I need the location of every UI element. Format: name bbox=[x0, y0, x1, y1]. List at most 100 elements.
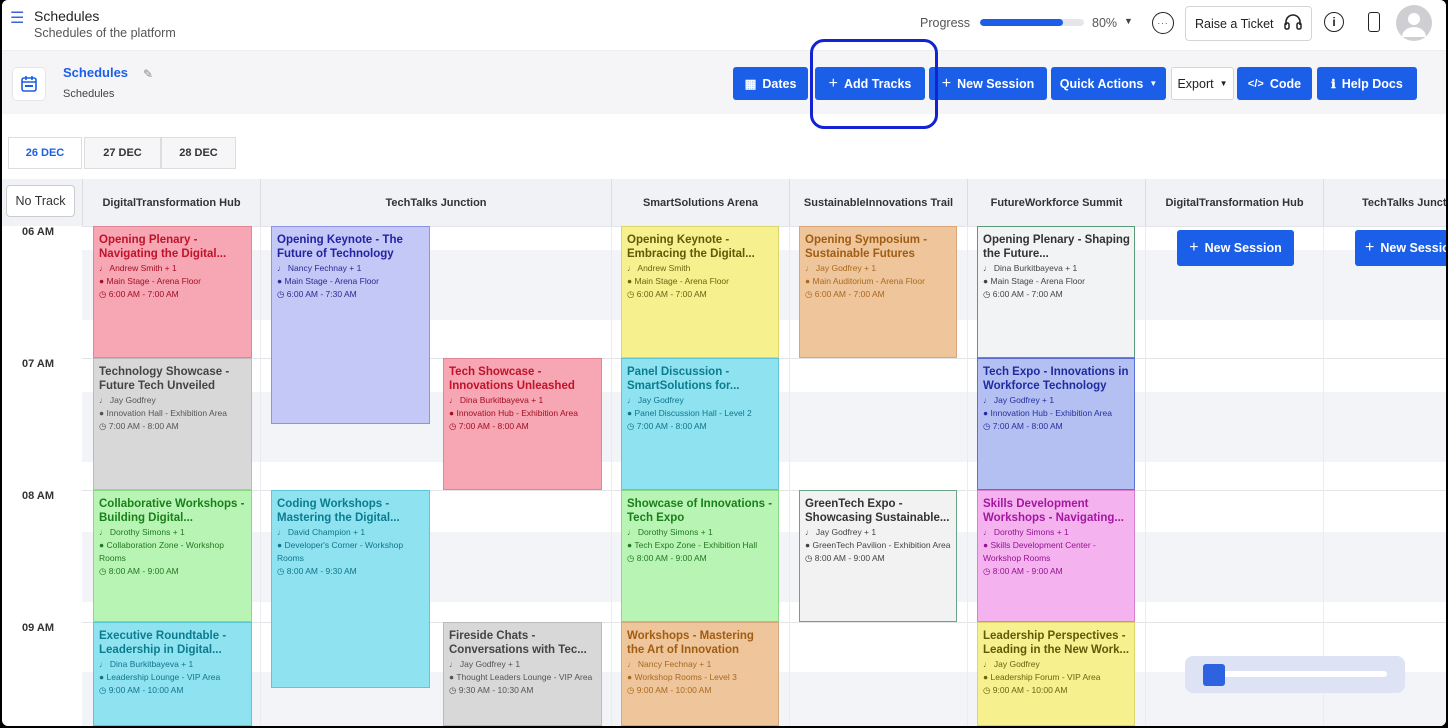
session-card[interactable]: Technology Showcase - Future Tech Unveil… bbox=[93, 358, 252, 490]
session-card[interactable]: Executive Roundtable - Leadership in Dig… bbox=[93, 622, 252, 726]
scroll-thumb[interactable] bbox=[1203, 664, 1225, 686]
clock-icon: ◷ bbox=[99, 289, 109, 299]
plus-icon: + bbox=[1189, 239, 1199, 256]
quick-actions-button[interactable]: Quick Actions ▼ bbox=[1051, 67, 1166, 100]
time-label: 09 AM bbox=[22, 622, 54, 634]
code-button[interactable]: </> Code bbox=[1237, 67, 1312, 100]
microphone-icon: ♩ bbox=[983, 263, 994, 273]
session-title-text: Technology Showcase - Future Tech Unveil… bbox=[99, 366, 230, 392]
highlight-outline bbox=[810, 39, 938, 129]
chevron-down-icon: ▼ bbox=[1149, 79, 1158, 88]
microphone-icon: ♩ bbox=[449, 395, 460, 405]
session-time-text: 9:00 AM - 10:00 AM bbox=[108, 685, 184, 695]
session-location-text: Main Stage - Arena Floor bbox=[284, 276, 380, 286]
session-speaker: ♩ Jay Godfrey bbox=[99, 394, 247, 407]
session-card[interactable]: Opening Keynote - Embracing the Digital.… bbox=[621, 226, 779, 358]
location-pin-icon: ● bbox=[983, 276, 991, 286]
dates-button[interactable]: ▦ Dates bbox=[733, 67, 808, 100]
scroll-track[interactable] bbox=[1203, 671, 1387, 677]
info-icon[interactable]: i bbox=[1324, 12, 1344, 32]
session-card[interactable]: Opening Plenary - Shaping the Future... ♩… bbox=[977, 226, 1135, 358]
session-title: Workshops - Mastering the Art of Innovat… bbox=[627, 629, 774, 657]
microphone-icon: ♩ bbox=[805, 527, 816, 537]
session-time: ◷ 7:00 AM - 8:00 AM bbox=[99, 420, 247, 433]
session-location: ● Innovation Hub - Exhibition Area bbox=[983, 407, 1130, 420]
session-speaker: ♩ Dina Burkitbayeva + 1 bbox=[449, 394, 597, 407]
dates-label: Dates bbox=[762, 76, 797, 91]
clock-icon: ◷ bbox=[627, 289, 637, 299]
column-divider bbox=[1323, 226, 1324, 726]
clock-icon: ◷ bbox=[99, 566, 109, 576]
column-divider bbox=[789, 226, 790, 726]
session-time-text: 7:00 AM - 8:00 AM bbox=[636, 421, 707, 431]
session-card[interactable]: Coding Workshops - Mastering the Digital… bbox=[271, 490, 430, 688]
date-tab-28-dec[interactable]: 28 DEC bbox=[161, 137, 236, 169]
no-track-toggle[interactable]: No Track bbox=[6, 185, 75, 217]
session-location-text: Leadership Forum - VIP Area bbox=[990, 672, 1101, 682]
progress-percent: 80% bbox=[1092, 16, 1118, 30]
location-pin-icon: ● bbox=[627, 276, 635, 286]
session-card[interactable]: Opening Keynote - The Future of Technolo… bbox=[271, 226, 430, 424]
session-card[interactable]: Workshops - Mastering the Art of Innovat… bbox=[621, 622, 779, 726]
chat-icon[interactable]: ··· bbox=[1152, 12, 1174, 34]
track-new-session-button[interactable]: + New Session bbox=[1177, 230, 1294, 266]
session-card[interactable]: Skills Development Workshops - Navigatin… bbox=[977, 490, 1135, 622]
session-title-text: Collaborative Workshops - Building Digit… bbox=[99, 498, 245, 524]
clock-icon: ◷ bbox=[627, 421, 637, 431]
export-button[interactable]: Export ▼ bbox=[1171, 67, 1234, 100]
microphone-icon: ♩ bbox=[99, 395, 110, 405]
session-time-text: 9:00 AM - 10:00 AM bbox=[992, 685, 1068, 695]
session-time: ◷ 6:00 AM - 7:00 AM bbox=[983, 288, 1130, 301]
session-card[interactable]: Panel Discussion - SmartSolutions for...… bbox=[621, 358, 779, 490]
progress-dropdown-icon[interactable]: ▼ bbox=[1124, 16, 1133, 26]
date-tab-27-dec[interactable]: 27 DEC bbox=[84, 137, 161, 169]
plus-icon: + bbox=[941, 74, 952, 92]
session-speaker: ♩ Nancy Fechnay + 1 bbox=[277, 262, 425, 275]
help-docs-button[interactable]: ℹ Help Docs bbox=[1317, 67, 1417, 100]
track-new-session-button[interactable]: + New Session bbox=[1355, 230, 1446, 266]
session-location-text: Main Auditorium - Arena Floor bbox=[812, 276, 925, 286]
session-time: ◷ 9:30 AM - 10:30 AM bbox=[449, 684, 597, 697]
location-pin-icon: ● bbox=[627, 672, 635, 682]
session-speaker-text: Jay Godfrey + 1 bbox=[815, 527, 877, 537]
date-tab-26-dec[interactable]: 26 DEC bbox=[8, 137, 82, 169]
track-header: SmartSolutions Arena bbox=[611, 179, 789, 226]
clock-icon: ◷ bbox=[983, 289, 993, 299]
mobile-icon[interactable] bbox=[1368, 12, 1380, 32]
new-session-button[interactable]: + New Session bbox=[929, 67, 1047, 100]
calendar-glyph bbox=[21, 76, 37, 92]
session-card[interactable]: Tech Expo - Innovations in Workforce Tec… bbox=[977, 358, 1135, 490]
quick-actions-label: Quick Actions bbox=[1059, 76, 1144, 91]
session-speaker-text: Nancy Fechnay + 1 bbox=[637, 659, 712, 669]
location-pin-icon: ● bbox=[983, 408, 991, 418]
microphone-icon: ♩ bbox=[983, 395, 994, 405]
page-title[interactable]: Schedules bbox=[63, 65, 128, 80]
microphone-icon: ♩ bbox=[627, 395, 638, 405]
clock-icon: ◷ bbox=[983, 685, 993, 695]
session-card[interactable]: Collaborative Workshops - Building Digit… bbox=[93, 490, 252, 622]
session-card[interactable]: Showcase of Innovations - Tech Expo ♩ Dor… bbox=[621, 490, 779, 622]
microphone-icon: ♩ bbox=[627, 263, 638, 273]
track-header: TechTalks Junction bbox=[260, 179, 611, 226]
session-card[interactable]: Leadership Perspectives - Leading in the… bbox=[977, 622, 1135, 726]
session-card[interactable]: GreenTech Expo - Showcasing Sustainable.… bbox=[799, 490, 957, 622]
location-pin-icon: ● bbox=[983, 540, 991, 550]
track-header: DigitalTransformation Hub bbox=[82, 179, 260, 226]
user-icon bbox=[1402, 13, 1426, 37]
session-time-text: 7:00 AM - 8:00 AM bbox=[458, 421, 529, 431]
session-speaker: ♩ Andrew Smith bbox=[627, 262, 774, 275]
session-speaker-text: Dina Burkitbayeva + 1 bbox=[993, 263, 1078, 273]
session-location: ● Thought Leaders Lounge - VIP Area bbox=[449, 671, 597, 684]
track-header: TechTalks Junction bbox=[1323, 179, 1446, 226]
avatar[interactable] bbox=[1396, 5, 1432, 41]
session-card[interactable]: Opening Symposium - Sustainable Futures ♩… bbox=[799, 226, 957, 358]
edit-pencil-icon[interactable]: ✎ bbox=[143, 67, 153, 81]
session-card[interactable]: Tech Showcase - Innovations Unleashed ♩ D… bbox=[443, 358, 602, 490]
session-title-text: Fireside Chats - Conversations with Tec.… bbox=[449, 630, 587, 656]
session-title-text: Tech Showcase - Innovations Unleashed bbox=[449, 366, 575, 392]
session-card[interactable]: Opening Plenary - Navigating the Digital… bbox=[93, 226, 252, 358]
location-pin-icon: ● bbox=[805, 540, 813, 550]
clock-icon: ◷ bbox=[277, 566, 287, 576]
hamburger-icon[interactable]: ☰ bbox=[10, 11, 24, 27]
session-card[interactable]: Fireside Chats - Conversations with Tec.… bbox=[443, 622, 602, 726]
